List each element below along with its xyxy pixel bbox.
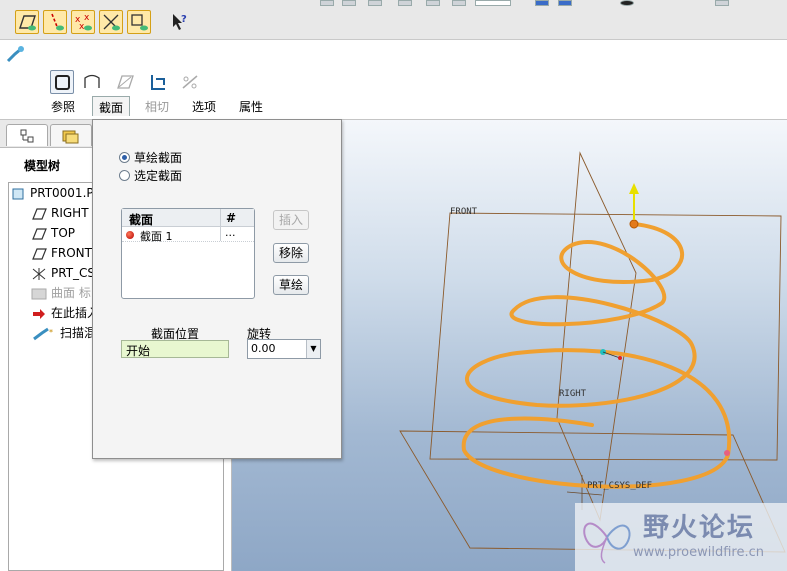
watermark-brand: 野火论坛 xyxy=(643,513,756,543)
svg-text:*: * xyxy=(49,328,53,337)
rotation-field[interactable]: 0.00 ▼ xyxy=(247,339,321,359)
radio-checked-icon xyxy=(119,152,130,163)
right-plane-label: RIGHT xyxy=(559,389,587,399)
toolbar-icon[interactable] xyxy=(452,0,466,6)
datum-axes-icon[interactable] xyxy=(43,10,67,34)
model-tree-title: 模型树 xyxy=(24,159,61,173)
solid-icon[interactable] xyxy=(50,70,74,94)
csys-axis xyxy=(566,491,603,496)
remove-material-icon[interactable] xyxy=(146,70,170,94)
section-list[interactable]: 截面 # 截面 1 ... xyxy=(121,208,255,299)
toolbar-icon[interactable] xyxy=(368,0,382,6)
tab-properties[interactable]: 属性 xyxy=(233,96,269,116)
csys-icon xyxy=(31,267,47,280)
right-datum-plane xyxy=(556,151,637,522)
tangency-icon xyxy=(178,70,202,94)
toolbar-icon[interactable] xyxy=(558,0,572,6)
csys-icon[interactable] xyxy=(99,10,123,34)
section-position-field[interactable]: 开始 xyxy=(121,340,229,358)
tab-model-tree[interactable] xyxy=(6,124,48,146)
start-point-icon[interactable] xyxy=(629,219,639,229)
sketch-button[interactable]: 草绘 xyxy=(273,275,309,295)
datum-plane-icon xyxy=(31,247,47,260)
surface-icon xyxy=(31,287,47,300)
butterfly-logo-icon xyxy=(583,522,631,564)
insert-button[interactable]: 插入 xyxy=(273,210,309,230)
annotation-icon[interactable] xyxy=(127,10,151,34)
main-toolbar: xxx ? xyxy=(0,0,787,40)
tab-folder-browser[interactable] xyxy=(50,124,92,146)
toolbar-icon[interactable] xyxy=(715,0,729,6)
swept-blend-feature-icon xyxy=(5,45,25,65)
csys-label: PRT_CSYS_DEF xyxy=(587,481,652,491)
toolbar-icon[interactable] xyxy=(535,0,549,6)
tree-item-part[interactable]: PRT0001.P xyxy=(12,184,94,202)
tab-sections[interactable]: 截面 xyxy=(92,96,131,116)
swept-blend-icon: * xyxy=(32,327,53,341)
end-point-icon xyxy=(724,450,730,456)
tree-item-front[interactable]: FRONT xyxy=(32,244,92,262)
toolbar-icon[interactable] xyxy=(342,0,356,6)
svg-text:x: x xyxy=(79,22,85,32)
chevron-down-icon[interactable]: ▼ xyxy=(306,340,320,358)
toolbar-icon[interactable] xyxy=(320,0,334,6)
part-icon xyxy=(10,187,26,200)
toolbar-icon[interactable] xyxy=(398,0,412,6)
datum-points-icon[interactable]: xxx xyxy=(71,10,95,34)
radio-unchecked-icon xyxy=(119,170,130,181)
datum-plane-icon xyxy=(31,227,47,240)
front-plane-label: FRONT xyxy=(450,207,478,217)
tree-item-csys[interactable]: PRT_CS xyxy=(32,264,95,282)
tab-tangency: 相切 xyxy=(145,100,170,114)
toolbar-icon[interactable] xyxy=(426,0,440,6)
section-status-icon xyxy=(126,231,134,239)
watermark-url: www.proewildfire.cn xyxy=(633,545,764,560)
insert-arrow-icon xyxy=(31,307,47,319)
datum-planes-icon[interactable] xyxy=(15,10,39,34)
radio-selected-section[interactable]: 选定截面 xyxy=(119,167,182,184)
feature-dashboard: 参照 截面 相切 选项 属性 xyxy=(0,40,787,120)
tree-item-swept-blend[interactable]: * 扫描混 xyxy=(33,324,96,342)
tree-item-top[interactable]: TOP xyxy=(32,224,75,242)
surface-icon[interactable] xyxy=(80,70,104,94)
tab-options[interactable]: 选项 xyxy=(186,96,222,116)
datum-plane-icon xyxy=(31,207,47,220)
svg-text:x: x xyxy=(84,13,90,23)
helix-trajectory[interactable] xyxy=(461,222,732,489)
whats-this-icon[interactable]: ? xyxy=(170,12,190,32)
toolbar-icon[interactable] xyxy=(620,0,634,6)
thicken-icon xyxy=(113,70,137,94)
remove-button[interactable]: 移除 xyxy=(273,243,309,263)
radio-sketched-section[interactable]: 草绘截面 xyxy=(119,149,182,166)
watermark: 野火论坛 www.proewildfire.cn xyxy=(575,503,787,571)
section-list-header: 截面 # xyxy=(122,209,254,227)
tree-item-surface[interactable]: 曲面 标 xyxy=(31,284,91,302)
section-list-row[interactable]: 截面 1 ... xyxy=(122,226,254,243)
toolbar-combo[interactable] xyxy=(475,0,511,6)
svg-text:?: ? xyxy=(181,14,187,25)
direction-arrowhead-icon[interactable] xyxy=(629,183,639,194)
tab-references[interactable]: 参照 xyxy=(45,96,81,116)
tree-item-right[interactable]: RIGHT xyxy=(32,204,89,222)
sections-panel: 草绘截面 选定截面 截面 # 截面 1 ... 插入 移除 草绘 截面位置 开始… xyxy=(92,119,342,459)
